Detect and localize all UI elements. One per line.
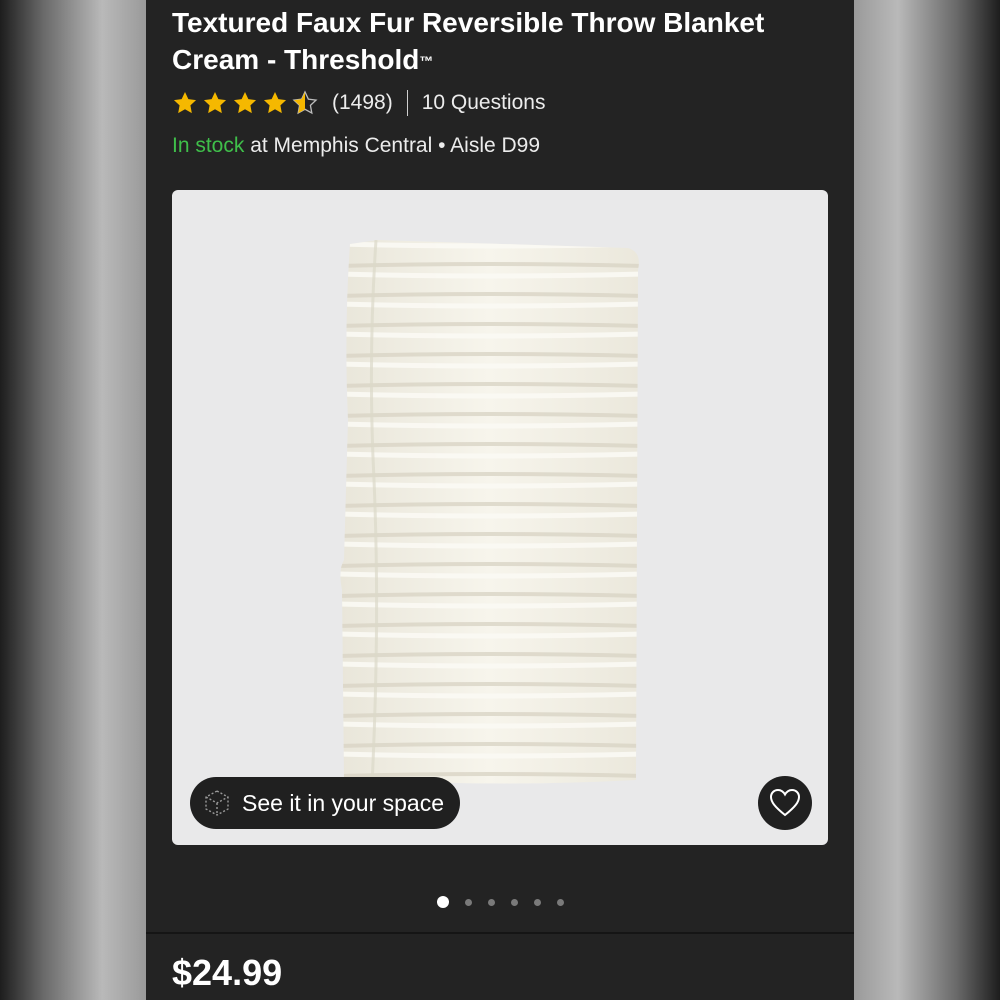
trademark-symbol: ™ (419, 53, 434, 69)
pagination-dot[interactable] (533, 898, 541, 906)
section-divider (146, 932, 854, 934)
see-in-your-space-button[interactable]: See it in your space (190, 777, 461, 829)
product-title: Textured Faux Fur Reversible Throw Blank… (172, 4, 832, 78)
star-icon (203, 91, 227, 114)
stock-status: In stock (172, 134, 245, 157)
blanket-product-image (340, 240, 639, 786)
rating-divider (406, 90, 408, 116)
backdrop-left (0, 0, 146, 1000)
store-location-link[interactable]: at Memphis Central • Aisle D99 (244, 134, 540, 157)
product-title-text: Textured Faux Fur Reversible Throw Blank… (172, 7, 765, 75)
rating-row: (1498) 10 Questions (172, 88, 545, 118)
pagination-dot-active[interactable] (436, 896, 449, 908)
product-price: $24.99 (172, 952, 283, 993)
star-icon (233, 91, 257, 114)
review-count-link[interactable]: (1498) (332, 91, 393, 115)
half-star-icon (292, 90, 318, 115)
product-panel: Textured Faux Fur Reversible Throw Blank… (146, 0, 854, 1000)
pagination-dot[interactable] (510, 898, 518, 906)
heart-icon (769, 788, 801, 817)
star-icon (263, 91, 287, 114)
pagination-dot[interactable] (487, 898, 495, 906)
star-rating[interactable] (172, 90, 322, 116)
stock-info: In stock at Memphis Central • Aisle D99 (172, 134, 540, 158)
pagination-dot[interactable] (464, 898, 472, 906)
add-to-favorites-button[interactable] (758, 776, 812, 830)
cube-ar-icon (205, 790, 229, 816)
star-icon (173, 91, 197, 114)
see-in-your-space-label: See it in your space (242, 789, 445, 816)
pagination-dot[interactable] (556, 898, 564, 906)
image-pagination[interactable] (146, 895, 854, 909)
questions-link[interactable]: 10 Questions (422, 91, 546, 115)
backdrop-right (854, 0, 1000, 1000)
product-image-gallery[interactable]: See it in your space (172, 190, 828, 845)
